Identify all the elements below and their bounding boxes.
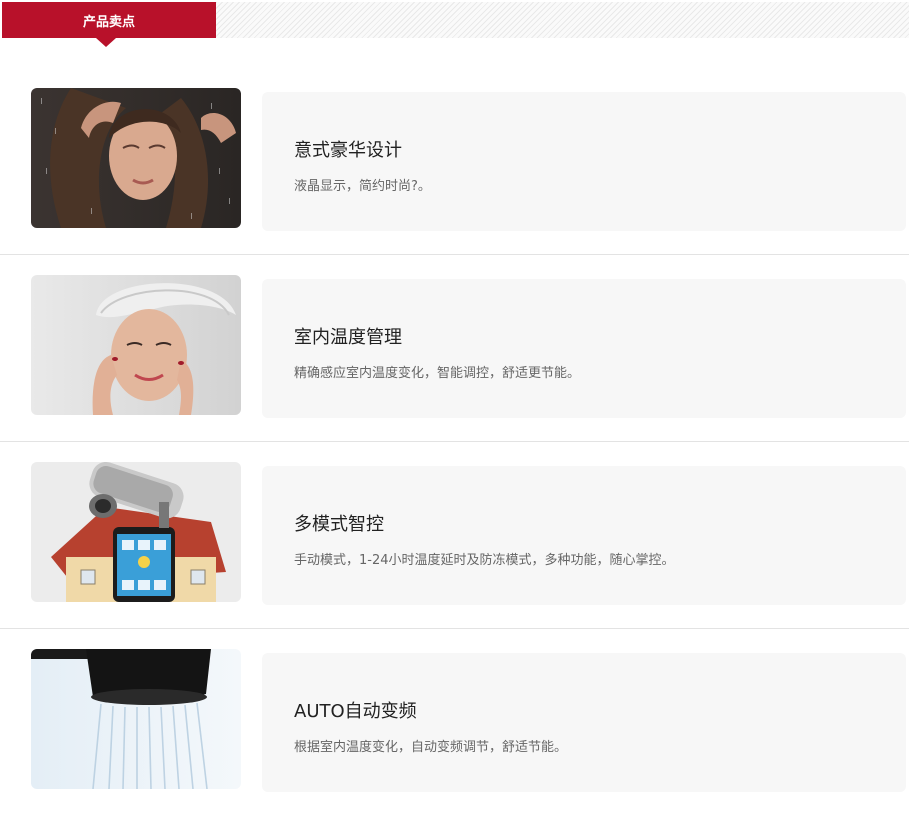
header-stripe-pattern <box>216 2 909 38</box>
feature-title: AUTO自动变频 <box>294 701 417 722</box>
feature-description: 液晶显示，简约时尚?。 <box>294 179 431 194</box>
feature-description: 手动模式，1-24小时温度延时及防冻模式，多种功能，随心掌控。 <box>294 553 675 568</box>
feature-description: 精确感应室内温度变化，智能调控，舒适更节能。 <box>294 366 581 381</box>
feature-card: 室内温度管理 精确感应室内温度变化，智能调控，舒适更节能。 <box>262 279 906 418</box>
feature-card: 多模式智控 手动模式，1-24小时温度延时及防冻模式，多种功能，随心掌控。 <box>262 466 906 605</box>
section-header: 产品卖点 <box>0 0 909 47</box>
feature-image-woman-shower <box>31 88 241 228</box>
feature-card: AUTO自动变频 根据室内温度变化，自动变频调节，舒适节能。 <box>262 653 906 792</box>
feature-card: 意式豪华设计 液晶显示，简约时尚?。 <box>262 92 906 231</box>
feature-image-woman-towel <box>31 275 241 415</box>
feature-row: 意式豪华设计 液晶显示，简约时尚?。 <box>0 68 909 255</box>
feature-title: 多模式智控 <box>294 514 384 535</box>
section-title-tab: 产品卖点 <box>2 2 216 38</box>
feature-image-smart-home <box>31 462 241 602</box>
feature-row: 室内温度管理 精确感应室内温度变化，智能调控，舒适更节能。 <box>0 255 909 442</box>
feature-description: 根据室内温度变化，自动变频调节，舒适节能。 <box>294 740 568 755</box>
feature-title: 意式豪华设计 <box>294 140 402 161</box>
section-title: 产品卖点 <box>82 14 135 30</box>
feature-row: AUTO自动变频 根据室内温度变化，自动变频调节，舒适节能。 <box>0 629 909 816</box>
feature-image-shower-head <box>31 649 241 789</box>
feature-row: 多模式智控 手动模式，1-24小时温度延时及防冻模式，多种功能，随心掌控。 <box>0 442 909 629</box>
tab-pointer <box>96 38 116 47</box>
feature-title: 室内温度管理 <box>294 327 402 348</box>
